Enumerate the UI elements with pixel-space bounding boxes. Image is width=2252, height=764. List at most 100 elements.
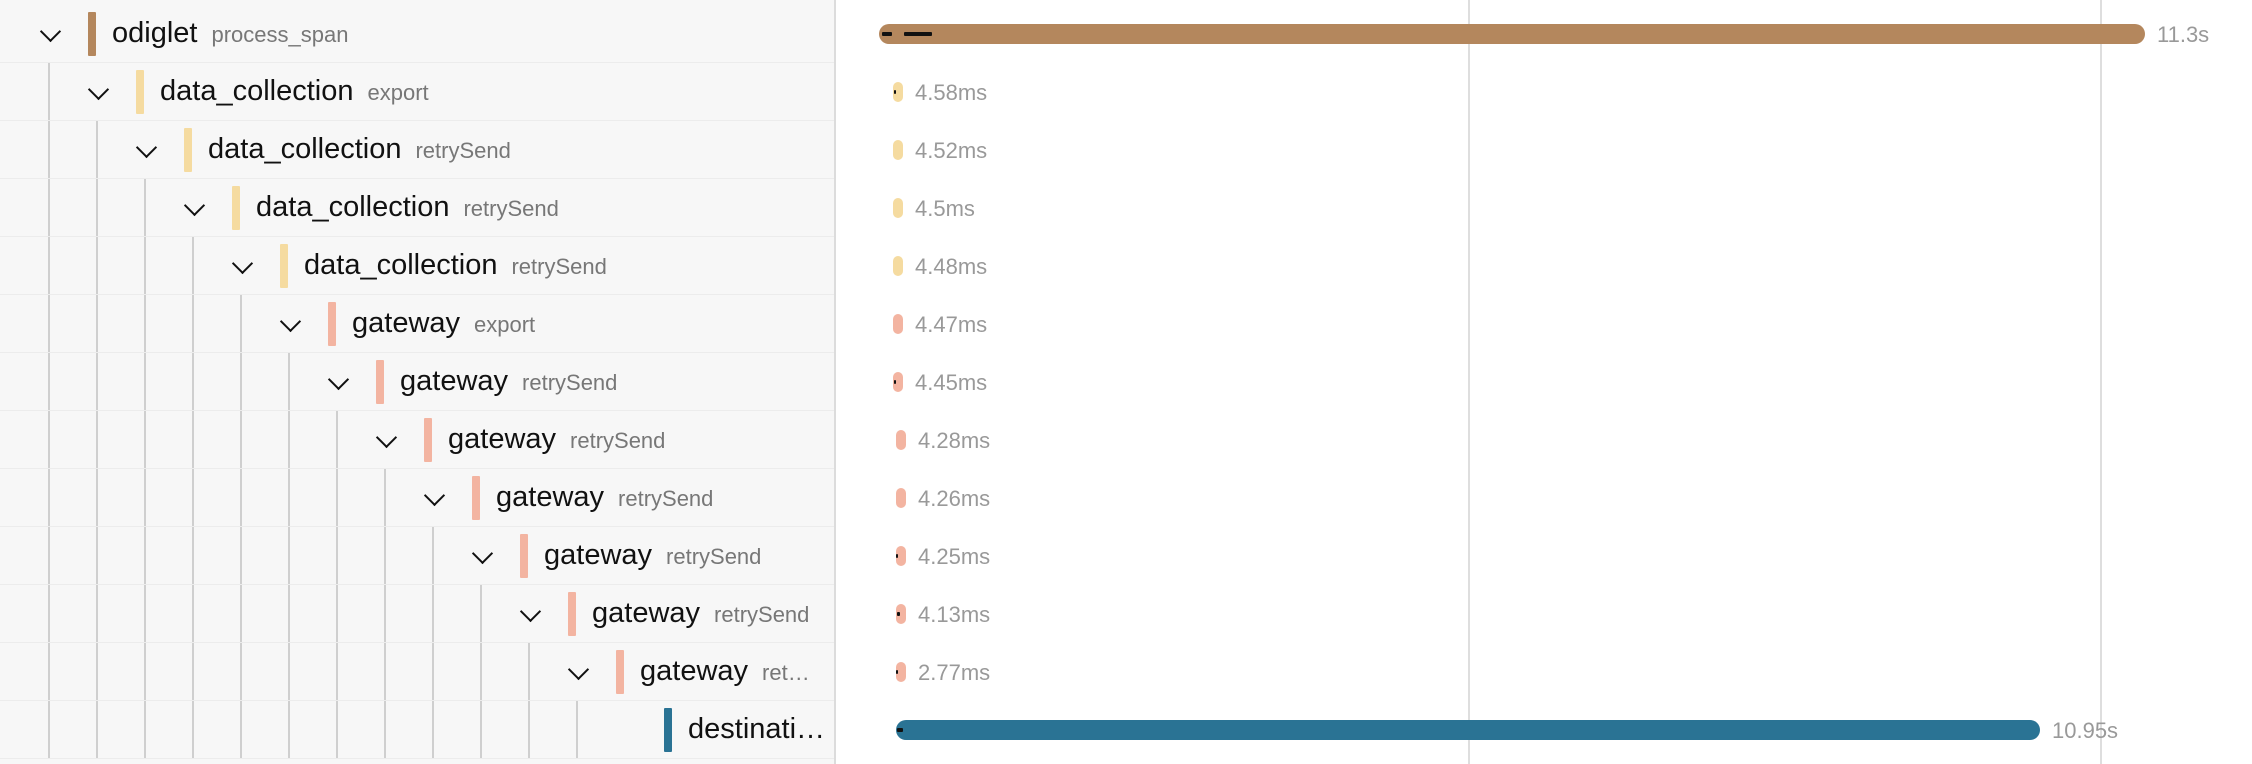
span-label[interactable]: data_collection retrySend bbox=[256, 191, 559, 224]
indent-guide bbox=[144, 353, 146, 411]
indent-guide bbox=[336, 701, 338, 759]
timeline-pane: 11.3s 4.58ms 4.52ms 4.5ms 4.48ms 4.47ms 4.45ms… bbox=[836, 0, 2252, 764]
span-service-name: data_collection bbox=[256, 191, 450, 223]
span-operation-name: ret… bbox=[762, 660, 810, 685]
span-duration-bar[interactable] bbox=[893, 256, 903, 276]
span-event-marker bbox=[904, 32, 932, 36]
span-label[interactable]: destinati… bbox=[688, 713, 825, 746]
span-event-marker bbox=[896, 670, 898, 674]
span-event-marker bbox=[882, 32, 892, 36]
span-duration-bar[interactable] bbox=[893, 82, 903, 102]
service-color-tag bbox=[136, 70, 144, 114]
indent-guide bbox=[96, 469, 98, 527]
indent-guide bbox=[48, 237, 50, 295]
indent-guide bbox=[240, 411, 242, 469]
span-duration-bar[interactable] bbox=[896, 430, 906, 450]
timeline-gridline bbox=[1468, 0, 1470, 764]
span-row[interactable]: data_collection retrySend bbox=[0, 121, 834, 179]
collapse-toggle[interactable] bbox=[131, 135, 161, 165]
span-duration-bar[interactable] bbox=[893, 372, 903, 392]
span-label[interactable]: gateway retrySend bbox=[496, 481, 713, 514]
span-duration-label: 4.47ms bbox=[915, 312, 988, 337]
span-row[interactable]: gateway retrySend bbox=[0, 411, 834, 469]
service-color-tag bbox=[472, 476, 480, 520]
indent-guide bbox=[192, 469, 194, 527]
span-row[interactable]: gateway ret… bbox=[0, 643, 834, 701]
span-service-name: data_collection bbox=[208, 133, 402, 165]
indent-guide bbox=[384, 585, 386, 643]
indent-guide bbox=[144, 585, 146, 643]
indent-guide bbox=[144, 237, 146, 295]
span-duration-bar[interactable] bbox=[896, 488, 906, 508]
indent-guide bbox=[480, 643, 482, 701]
collapse-toggle[interactable] bbox=[179, 193, 209, 223]
indent-guide bbox=[192, 353, 194, 411]
span-duration-bar[interactable] bbox=[896, 546, 906, 566]
span-duration-bar[interactable] bbox=[896, 662, 906, 682]
span-event-marker bbox=[897, 612, 900, 616]
span-label[interactable]: gateway retrySend bbox=[544, 539, 761, 572]
collapse-toggle[interactable] bbox=[275, 309, 305, 339]
chevron-down-icon bbox=[471, 542, 493, 564]
chevron-down-icon bbox=[87, 78, 109, 100]
span-label[interactable]: gateway retrySend bbox=[592, 597, 809, 630]
span-label[interactable]: gateway retrySend bbox=[400, 365, 617, 398]
span-row[interactable]: gateway retrySend bbox=[0, 469, 834, 527]
indent-guide bbox=[432, 585, 434, 643]
span-duration-bar[interactable] bbox=[893, 314, 903, 334]
span-row[interactable]: data_collection retrySend bbox=[0, 179, 834, 237]
span-duration-bar[interactable] bbox=[893, 140, 903, 160]
span-row[interactable]: gateway retrySend bbox=[0, 353, 834, 411]
span-duration-bar[interactable] bbox=[879, 24, 2145, 44]
span-duration-bar[interactable] bbox=[893, 198, 903, 218]
span-service-name: odiglet bbox=[112, 17, 198, 49]
span-row[interactable]: gateway export bbox=[0, 295, 834, 353]
span-label[interactable]: data_collection export bbox=[160, 75, 429, 108]
collapse-toggle[interactable] bbox=[323, 367, 353, 397]
indent-guide bbox=[96, 527, 98, 585]
indent-guide bbox=[528, 701, 530, 759]
span-row[interactable]: gateway retrySend bbox=[0, 527, 834, 585]
span-label[interactable]: data_collection retrySend bbox=[208, 133, 511, 166]
indent-guide bbox=[240, 295, 242, 353]
indent-guide bbox=[192, 237, 194, 295]
span-duration-label: 2.77ms bbox=[918, 660, 991, 685]
chevron-down-icon bbox=[183, 194, 205, 216]
span-row[interactable]: data_collection export bbox=[0, 63, 834, 121]
collapse-toggle[interactable] bbox=[515, 599, 545, 629]
indent-guide bbox=[48, 527, 50, 585]
span-row[interactable]: gateway retrySend bbox=[0, 585, 834, 643]
span-label[interactable]: odiglet process_span bbox=[112, 17, 348, 50]
collapse-toggle[interactable] bbox=[227, 251, 257, 281]
span-label[interactable]: gateway retrySend bbox=[448, 423, 665, 456]
span-label[interactable]: gateway export bbox=[352, 307, 535, 340]
span-event-marker bbox=[897, 728, 903, 732]
span-label[interactable]: gateway ret… bbox=[640, 655, 810, 688]
chevron-down-icon bbox=[327, 368, 349, 390]
indent-guide bbox=[192, 411, 194, 469]
span-row[interactable]: data_collection retrySend bbox=[0, 237, 834, 295]
collapse-toggle[interactable] bbox=[35, 19, 65, 49]
span-duration-bar[interactable] bbox=[896, 604, 906, 624]
span-label[interactable]: data_collection retrySend bbox=[304, 249, 607, 282]
span-row[interactable]: destinati… bbox=[0, 701, 834, 759]
indent-guide bbox=[48, 643, 50, 701]
chevron-down-icon bbox=[39, 20, 61, 42]
indent-guide bbox=[480, 701, 482, 759]
span-row[interactable]: odiglet process_span bbox=[0, 5, 834, 63]
span-service-name: data_collection bbox=[160, 75, 354, 107]
indent-guide bbox=[432, 527, 434, 585]
indent-guide bbox=[336, 643, 338, 701]
span-duration-bar[interactable] bbox=[896, 720, 2040, 740]
indent-guide bbox=[336, 411, 338, 469]
span-operation-name: retrySend bbox=[618, 486, 714, 511]
chevron-down-icon bbox=[519, 600, 541, 622]
collapse-toggle[interactable] bbox=[419, 483, 449, 513]
collapse-toggle[interactable] bbox=[467, 541, 497, 571]
collapse-toggle[interactable] bbox=[563, 657, 593, 687]
collapse-toggle[interactable] bbox=[83, 77, 113, 107]
indent-guide bbox=[144, 527, 146, 585]
span-operation-name: retrySend bbox=[570, 428, 666, 453]
collapse-toggle[interactable] bbox=[371, 425, 401, 455]
row-separator bbox=[0, 758, 834, 759]
